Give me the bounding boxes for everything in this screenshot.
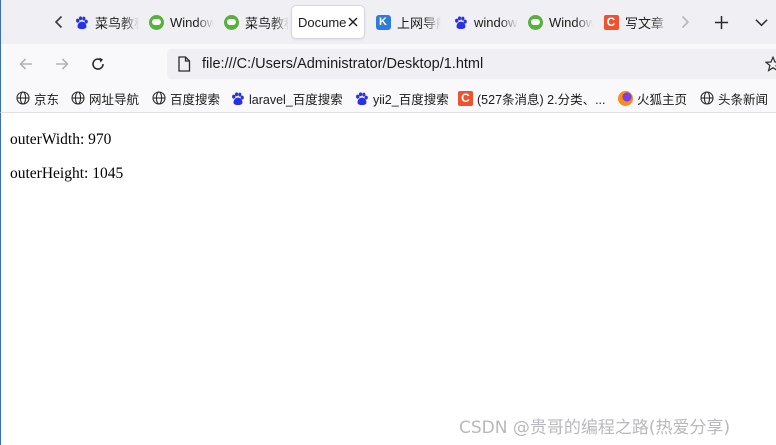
list-all-tabs-button[interactable] — [749, 10, 773, 34]
globe-icon — [15, 91, 30, 106]
k-shield-icon: K — [375, 14, 391, 30]
reload-icon — [92, 57, 104, 70]
bookmark-label: yii2_百度搜索 — [373, 92, 449, 107]
tab[interactable]: windows — [446, 6, 518, 38]
globe-icon — [70, 91, 85, 106]
baidu-paw-icon — [452, 14, 468, 30]
baidu-paw-icon — [230, 91, 245, 106]
wechat-icon — [148, 14, 164, 30]
tab-title: Document — [298, 14, 346, 30]
bookmark-label: 京东 — [34, 92, 60, 107]
bookmark-item[interactable]: 火狐主页 — [618, 89, 687, 107]
globe-icon — [151, 91, 166, 106]
csdn-icon: C — [458, 90, 473, 106]
watermark-text: CSDN @贵哥的编程之路(热爱分享) — [459, 418, 731, 438]
tab-scroll-right-button[interactable] — [676, 12, 694, 32]
bookmark-item[interactable]: 京东 — [15, 89, 59, 107]
baidu-paw-icon — [73, 14, 89, 30]
bookmark-item[interactable]: 百度搜索 — [151, 89, 220, 107]
plus-icon — [714, 15, 728, 29]
forward-button[interactable] — [50, 52, 74, 76]
wechat-icon — [223, 14, 239, 30]
wechat-icon — [527, 14, 543, 30]
tab[interactable]: Windows — [521, 6, 593, 38]
outer-width-text: outerWidth: 970 — [10, 131, 112, 148]
bookmark-item[interactable]: C (527条消息) 2.分类、... — [458, 89, 606, 107]
bookmark-label: 头条新闻 — [718, 92, 769, 107]
globe-icon — [699, 91, 714, 106]
tab-title: Windows — [549, 14, 593, 30]
navigation-toolbar: file:///C:/Users/Administrator/Desktop/1… — [0, 44, 776, 84]
bookmark-item[interactable]: laravel_百度搜索 — [230, 89, 343, 107]
tab-scroll-left-button[interactable] — [49, 12, 67, 32]
tab-title: windows — [474, 14, 518, 30]
reload-button[interactable] — [86, 52, 110, 76]
firefox-icon — [618, 90, 633, 106]
bookmark-label: 网址导航 — [89, 92, 140, 107]
arrow-left-icon — [19, 58, 32, 70]
back-button[interactable] — [14, 52, 38, 76]
bookmark-label: 火狐主页 — [637, 92, 688, 107]
outer-height-text: outerHeight: 1045 — [10, 165, 124, 182]
bookmarks-toolbar: 京东 网址导航 百度搜索 laravel_百度搜索 yii2_百度搜索 C (5… — [0, 84, 776, 113]
bookmark-item[interactable]: 头条新闻 — [699, 89, 768, 107]
chevron-left-icon — [54, 15, 62, 29]
page-icon — [178, 56, 191, 72]
bookmark-item[interactable]: yii2_百度搜索 — [354, 89, 449, 107]
bookmark-label: (527条消息) 2.分类、... — [477, 92, 606, 107]
address-bar[interactable]: file:///C:/Users/Administrator/Desktop/1… — [167, 49, 776, 79]
new-tab-button[interactable] — [709, 10, 733, 34]
page-content: outerWidth: 970 outerHeight: 1045 CSDN @… — [0, 113, 776, 445]
url-text[interactable]: file:///C:/Users/Administrator/Desktop/1… — [202, 56, 483, 72]
tab[interactable]: 菜鸟教程 — [67, 6, 139, 38]
csdn-icon: C — [603, 14, 619, 30]
tab[interactable]: C 写文章 — [597, 6, 669, 38]
tab[interactable]: 菜鸟教程 — [217, 6, 289, 38]
bookmark-star-icon[interactable] — [765, 56, 776, 72]
browser-window: 菜鸟教程 Windows 菜鸟教程 Document K 上网导航 window… — [0, 0, 776, 445]
close-tab-icon[interactable] — [346, 15, 360, 29]
tab-title: Windows — [170, 14, 214, 30]
tab-title: 写文章 — [625, 15, 665, 31]
tab[interactable]: Windows — [142, 6, 214, 38]
tab-title: 上网导航 — [397, 15, 441, 31]
tab-title: 菜鸟教程 — [245, 15, 289, 31]
bookmark-item[interactable]: 网址导航 — [70, 89, 139, 107]
baidu-paw-icon — [354, 91, 369, 106]
bookmark-label: 百度搜索 — [170, 92, 221, 107]
tab-title: 菜鸟教程 — [95, 15, 139, 31]
chevron-down-icon — [754, 18, 768, 26]
arrow-right-icon — [56, 58, 69, 70]
tab-strip: 菜鸟教程 Windows 菜鸟教程 Document K 上网导航 window… — [0, 0, 776, 44]
chevron-right-icon — [681, 15, 689, 29]
tab-active[interactable]: Document — [292, 6, 364, 38]
bookmark-label: laravel_百度搜索 — [249, 92, 343, 107]
tab[interactable]: K 上网导航 — [369, 6, 441, 38]
